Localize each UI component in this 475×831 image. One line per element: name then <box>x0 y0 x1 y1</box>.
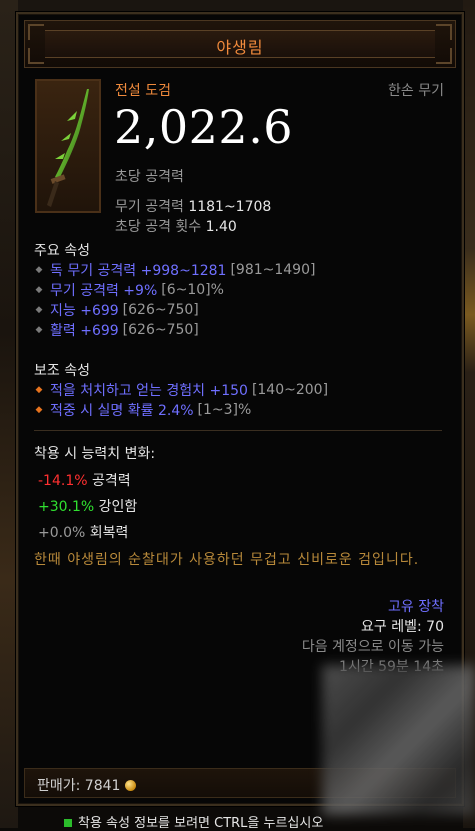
attacks-per-second: 초당 공격 횟수 1.40 <box>115 219 237 235</box>
hint-icon <box>64 819 72 827</box>
account-transfer: 다음 계정으로 이동 가능 <box>301 639 444 655</box>
item-title-bar: 야생림 <box>24 20 456 68</box>
gold-coin-icon <box>125 780 137 791</box>
dps-value: 2,022.6 <box>114 100 294 154</box>
item-slot: 한손 무기 <box>388 83 444 99</box>
secondary-heading: 보조 속성 <box>34 363 90 379</box>
sell-price: 판매가: 7841 <box>37 775 137 795</box>
item-image <box>35 79 101 213</box>
stat-change-row: +0.0% 회복력 <box>38 525 129 541</box>
required-level: 요구 레벨: 70 <box>361 619 444 635</box>
sword-icon <box>47 89 89 207</box>
secondary-affix: ◆ 적중 시 실명 확률 2.4% [1~3]% <box>35 402 252 419</box>
secondary-affix: ◆ 적을 처치하고 얻는 경험치 +150 [140~200] <box>35 382 329 399</box>
primary-heading: 주요 속성 <box>34 243 90 259</box>
ctrl-hint: 착용 속성 정보를 보려면 CTRL을 누르십시오 <box>64 812 323 831</box>
primary-affix: ◆ 활력 +699 [626~750] <box>35 322 199 339</box>
stat-changes-heading: 착용 시 능력치 변화: <box>34 446 156 462</box>
flavor-text: 한때 야생림의 순찰대가 사용하던 무겁고 신비로운 검입니다. <box>34 552 420 568</box>
dps-label: 초당 공격력 <box>115 169 184 185</box>
stat-change-row: -14.1% 공격력 <box>38 473 131 489</box>
divider <box>34 430 442 431</box>
blurred-region <box>322 665 475 815</box>
item-type: 전설 도검 <box>115 83 171 99</box>
weapon-damage: 무기 공격력 1181~1708 <box>115 199 272 215</box>
primary-affix: ◆ 무기 공격력 +9% [6~10]% <box>35 282 224 299</box>
primary-affix: ◆ 독 무기 공격력 +998~1281 [981~1490] <box>35 262 316 279</box>
unique-equipped: 고유 장착 <box>388 599 444 615</box>
primary-affix: ◆ 지능 +699 [626~750] <box>35 302 199 319</box>
stat-change-row: +30.1% 강인함 <box>38 499 138 515</box>
item-name: 야생림 <box>216 38 264 57</box>
